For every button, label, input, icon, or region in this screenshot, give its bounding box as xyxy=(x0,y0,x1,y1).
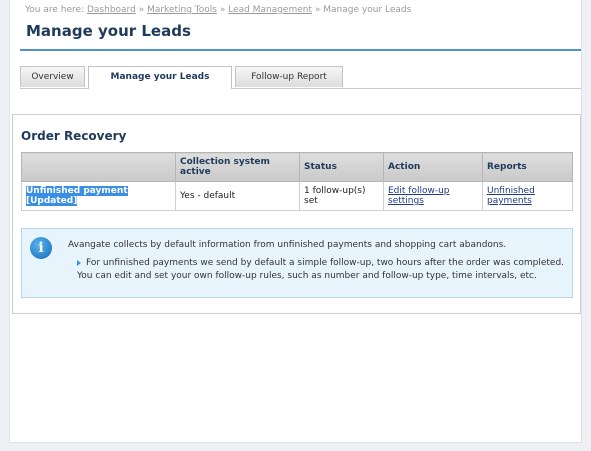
column-header-reports: Reports xyxy=(482,152,573,182)
breadcrumb-prefix: You are here: xyxy=(25,5,85,15)
column-header-status: Status xyxy=(299,152,384,182)
row-action-cell: Edit follow-up settings xyxy=(383,181,483,211)
tab-bar: Overview Manage your Leads Follow-up Rep… xyxy=(20,66,581,89)
row-report-cell: Unfinished payments xyxy=(482,181,573,211)
tab-manage-your-leads[interactable]: Manage your Leads xyxy=(88,66,232,89)
info-lead-text: Avangate collects by default information… xyxy=(68,240,507,250)
unfinished-payments-report-link[interactable]: Unfinished payments xyxy=(487,186,535,206)
column-header-name xyxy=(21,152,176,182)
breadcrumb: You are here: Dashboard » Marketing Tool… xyxy=(25,5,411,15)
info-bullet-line2: You can edit and set your own follow-up … xyxy=(77,271,537,281)
breadcrumb-current: Manage your Leads xyxy=(323,5,412,15)
section-title: Order Recovery xyxy=(21,129,127,143)
row-collection-cell: Yes - default xyxy=(175,181,300,211)
breadcrumb-link-lead-management[interactable]: Lead Management xyxy=(228,5,312,15)
breadcrumb-link-dashboard[interactable]: Dashboard xyxy=(87,5,136,15)
info-icon: i xyxy=(30,237,52,259)
edit-follow-up-settings-link[interactable]: Edit follow-up settings xyxy=(388,186,450,206)
order-recovery-panel: Order Recovery Collection system active … xyxy=(12,114,581,314)
row-name-cell[interactable]: Unfinished payment [Updated] xyxy=(21,181,176,211)
column-header-collection: Collection system active xyxy=(175,152,300,182)
breadcrumb-separator: » xyxy=(138,5,145,15)
page-title: Manage your Leads xyxy=(26,22,191,40)
bullet-arrow-icon xyxy=(77,259,81,266)
breadcrumb-separator: » xyxy=(219,5,226,15)
column-header-action: Action xyxy=(383,152,483,182)
row-status-cell: 1 follow-up(s) set xyxy=(299,181,384,211)
order-recovery-table: Collection system active Status Action R… xyxy=(21,152,573,211)
table-header-row: Collection system active Status Action R… xyxy=(21,152,573,182)
row-name[interactable]: Unfinished payment xyxy=(26,186,128,196)
row-updated-tag: [Updated] xyxy=(26,196,78,206)
breadcrumb-link-marketing-tools[interactable]: Marketing Tools xyxy=(147,5,217,15)
breadcrumb-separator: » xyxy=(314,5,321,15)
title-divider xyxy=(20,49,581,51)
info-bullet-line1: For unfinished payments we send by defau… xyxy=(86,258,565,268)
info-box: i Avangate collects by default informati… xyxy=(21,228,573,298)
info-bullet: For unfinished payments we send by defau… xyxy=(77,257,567,283)
tab-follow-up-report[interactable]: Follow-up Report xyxy=(235,66,343,87)
table-row: Unfinished payment [Updated] Yes - defau… xyxy=(21,181,573,211)
tab-overview[interactable]: Overview xyxy=(20,66,85,87)
